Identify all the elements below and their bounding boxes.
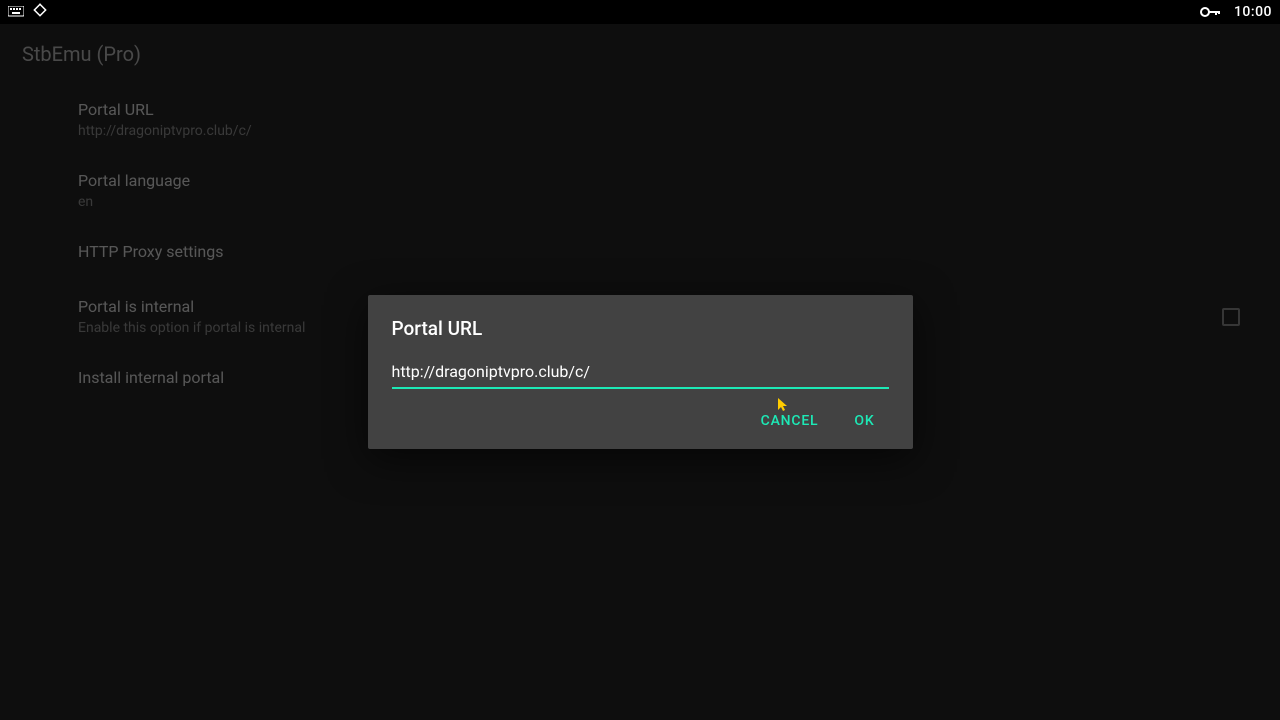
rotation-lock-icon: [32, 2, 48, 22]
keyboard-icon: [8, 3, 24, 22]
dialog-overlay: Portal URL CANCEL OK: [0, 24, 1280, 720]
portal-url-input[interactable]: [392, 358, 889, 389]
clock: 10:00: [1234, 4, 1272, 20]
status-bar: 10:00: [0, 0, 1280, 24]
ok-button[interactable]: OK: [840, 403, 888, 439]
app-content: StbEmu (Pro) Portal URL http://dragonipt…: [0, 24, 1280, 720]
portal-url-dialog: Portal URL CANCEL OK: [368, 295, 913, 449]
dialog-title: Portal URL: [392, 317, 889, 340]
cancel-button[interactable]: CANCEL: [747, 403, 833, 439]
vpn-key-icon: [1200, 3, 1220, 22]
